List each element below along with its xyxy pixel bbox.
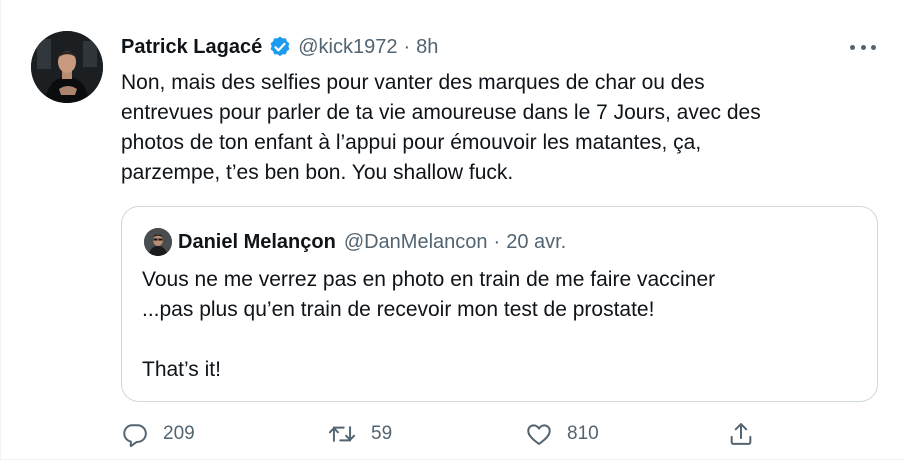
tweet-header: Patrick Lagacé @kick1972 · 8h [121,34,438,60]
quoted-author-name: Daniel Melançon [178,231,336,253]
quoted-header-separator: · [493,231,501,253]
author-handle[interactable]: @kick1972 [298,34,397,60]
tweet-text-line: entrevues pour parler de ta vie amoureus… [121,101,761,124]
verified-badge-icon [268,35,292,59]
quoted-text-line: That’s it! [142,358,221,381]
retweet-count: 59 [371,423,393,444]
reply-button[interactable]: 209 [121,420,195,448]
quoted-tweet-date: 20 avr. [506,231,567,253]
tweet-actions-bar: 209 59 810 [121,420,761,448]
author-name[interactable]: Patrick Lagacé [121,34,262,60]
more-options-icon[interactable] [850,36,876,58]
quoted-text-line [142,325,862,355]
quoted-tweet-header: Daniel Melançon @DanMelancon · 20 avr. [178,229,566,255]
tweet-card[interactable]: Patrick Lagacé @kick1972 · 8h Non, mais … [0,0,904,460]
reply-count: 209 [163,423,195,444]
tweet-text-line: photos de ton enfant à l’appui pour émou… [121,131,702,154]
tweet-text-line: parzempe, t’es ben bon. You shallow fuck… [121,161,514,184]
quoted-text-line: Vous ne me verrez pas en photo en train … [142,268,716,291]
author-avatar[interactable] [31,31,103,103]
quoted-tweet-text: Vous ne me verrez pas en photo en train … [142,265,862,385]
quoted-author-avatar [144,228,172,256]
like-icon [525,420,553,448]
retweet-button[interactable]: 59 [327,420,392,448]
quoted-author-handle: @DanMelancon [343,231,488,253]
share-icon [727,420,755,448]
share-button[interactable] [727,420,755,448]
reply-icon [121,420,149,448]
like-button[interactable]: 810 [525,420,599,448]
tweet-text: Non, mais des selfies pour vanter des ma… [121,68,881,188]
quoted-tweet[interactable]: Daniel Melançon @DanMelancon · 20 avr. V… [121,206,878,402]
quoted-text-line: ...pas plus qu’en train de recevoir mon … [142,298,655,321]
like-count: 810 [567,423,599,444]
retweet-icon [327,420,357,448]
tweet-text-line: Non, mais des selfies pour vanter des ma… [121,71,705,94]
tweet-timestamp[interactable]: 8h [416,34,438,60]
header-separator: · [403,36,411,58]
